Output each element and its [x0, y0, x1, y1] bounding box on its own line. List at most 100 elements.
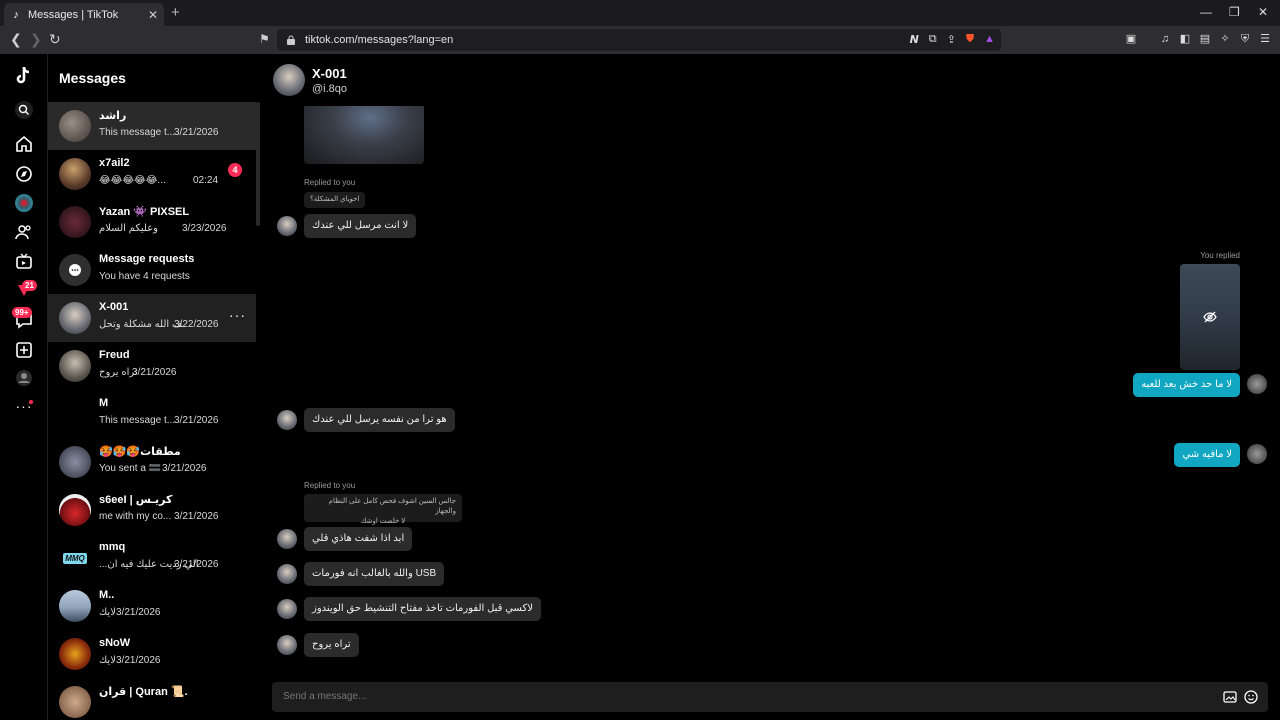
conversation-date: 3/21/2026: [174, 127, 219, 138]
message-composer[interactable]: [272, 682, 1268, 712]
my-message-bubble[interactable]: لا ما حد خش بعد للعبه: [1133, 373, 1240, 397]
avatar: [59, 494, 91, 526]
conversation-preview: لايك: [99, 607, 116, 618]
messages-icon[interactable]: 99+: [12, 307, 34, 330]
conversation-item[interactable]: M.. لايك 3/21/2026: [48, 582, 256, 630]
sidebar-icon[interactable]: ◧: [1179, 33, 1191, 45]
avatar: [277, 599, 297, 619]
message-requests-icon: [59, 254, 91, 286]
following-icon[interactable]: [14, 222, 34, 242]
conversation-preview: ـف الله مشكلة وتحل: [99, 319, 186, 330]
conversation-item[interactable]: راشد This message t... 3/21/2026: [48, 102, 256, 150]
chat-avatar[interactable]: [273, 64, 305, 96]
explore-icon[interactable]: [14, 164, 34, 184]
avatar: [277, 410, 297, 430]
messages-badge: 99+: [12, 307, 32, 318]
conversation-more-icon[interactable]: ···: [229, 308, 246, 322]
media-icon[interactable]: ♫: [1159, 33, 1171, 45]
conversation-item[interactable]: M This message t... 3/21/2026: [48, 390, 256, 438]
profile-icon[interactable]: [14, 368, 34, 388]
conversation-item[interactable]: sNoW لايك 3/21/2026: [48, 630, 256, 678]
forward-icon[interactable]: ❯: [30, 32, 42, 46]
conversation-item[interactable]: x7ail2 😂😂😂😂😂... 02:24 4: [48, 150, 256, 198]
conversation-name: X-001: [99, 301, 129, 313]
new-tab-button[interactable]: +: [171, 5, 180, 20]
minimize-window-icon[interactable]: —: [1200, 5, 1212, 19]
screenshot-icon[interactable]: ▣: [1125, 33, 1137, 45]
avatar: [59, 638, 91, 670]
avatar: MMQ: [59, 542, 91, 574]
chat-panel: X-001 @i.8qo Replied to you اخوياي المشك…: [260, 54, 1280, 720]
reload-icon[interactable]: ↻: [49, 32, 61, 46]
messages-heading: Messages: [59, 70, 126, 86]
activity-icon[interactable]: 21: [14, 280, 37, 300]
conversation-date: 02:24: [193, 175, 219, 186]
conversation-name: Yazan 👾 PIXSEL: [99, 206, 190, 218]
message-bubble[interactable]: ابد اذا شفت هاذي قلي: [304, 527, 413, 551]
wallet-icon[interactable]: ▤: [1199, 33, 1211, 45]
conversation-name: M: [99, 397, 109, 409]
conversation-preview: لايك: [99, 655, 116, 666]
message-bubble[interactable]: تراه يروح: [304, 633, 359, 657]
chat-contact-name[interactable]: X-001: [312, 66, 347, 81]
avatar: [59, 206, 91, 238]
my-message-bubble[interactable]: لا مافيه شي: [1174, 443, 1240, 467]
conversation-item[interactable]: X-001 ـف الله مشكلة وتحل 3/22/2026 ···: [48, 294, 256, 342]
avatar: [59, 158, 91, 190]
back-icon[interactable]: ❮: [10, 32, 22, 46]
image-attach-icon[interactable]: [1223, 690, 1237, 704]
address-bar[interactable]: tiktok.com/messages?lang=en 𝙉 ⧉ ⇪ ⛊ ▲: [277, 29, 1001, 51]
avatar: [277, 529, 297, 549]
tab-title: Messages | TikTok: [28, 8, 119, 21]
upload-icon[interactable]: [14, 340, 34, 360]
message-bubble[interactable]: لاكسي قبل الفورمات تاخذ مفتاح التنشيط حق…: [304, 597, 541, 621]
browser-tab[interactable]: ♪ Messages | TikTok ✕: [4, 3, 164, 26]
url-text: tiktok.com/messages?lang=en: [305, 34, 454, 46]
conversation-name: راشد: [99, 110, 127, 122]
more-icon[interactable]: ···: [14, 396, 34, 416]
conversation-item[interactable]: Yazan 👾 PIXSEL وعليكم السلام 3/23/2026: [48, 198, 256, 246]
vpn-icon[interactable]: ⛨: [1239, 33, 1251, 45]
bookmark-icon[interactable]: ⚑: [259, 32, 270, 46]
message-bubble[interactable]: والله بالغالب انه فورمات USB: [304, 562, 445, 586]
message-bubble[interactable]: هو ترا من نفسه يرسل للي عندك: [304, 408, 455, 432]
close-window-icon[interactable]: ✕: [1258, 5, 1268, 19]
conversation-preview: وعليكم السلام: [99, 223, 158, 234]
search-icon[interactable]: [14, 100, 34, 120]
conversation-name: قران | Quran 📜.: [99, 686, 188, 698]
conversation-item[interactable]: قران | Quran 📜.: [48, 678, 256, 720]
brave-rewards-icon[interactable]: ▲: [984, 33, 995, 46]
conversation-preview: This message t...: [99, 415, 176, 426]
message-input[interactable]: [283, 691, 1183, 702]
site-info-icon[interactable]: [286, 35, 296, 45]
conversation-item[interactable]: 🥵🥵🥵مطقات You sent a 🟰 3/21/2026: [48, 438, 256, 486]
shared-image[interactable]: [304, 106, 424, 164]
brave-shield-icon[interactable]: ⛊: [966, 33, 974, 46]
conversation-date: 3/21/2026: [162, 463, 207, 474]
open-external-icon[interactable]: ⧉: [929, 33, 937, 46]
conversation-name: 🥵🥵🥵مطقات: [99, 446, 181, 458]
maximize-window-icon[interactable]: ❐: [1229, 5, 1240, 19]
avatar: [277, 635, 297, 655]
emoji-icon[interactable]: [1244, 690, 1258, 704]
tiktok-logo-icon[interactable]: [14, 66, 34, 86]
conversation-name: mmq: [99, 541, 126, 553]
hidden-media[interactable]: [1180, 264, 1240, 370]
live-icon[interactable]: [14, 252, 34, 272]
menu-icon[interactable]: ☰: [1259, 33, 1271, 45]
translate-icon[interactable]: 𝙉: [910, 33, 919, 46]
conversation-item[interactable]: s6eeI | كريـس me with my co... 3/21/2026: [48, 486, 256, 534]
quoted-message: جالس السين اشوف فحص كامل على النظام والج…: [304, 494, 462, 525]
close-tab-icon[interactable]: ✕: [148, 8, 158, 22]
conversation-item[interactable]: MMQ mmq ...الي رديت عليك فيه ان 3/21/202…: [48, 534, 256, 582]
conversation-item[interactable]: Freud تراه يروح 3/21/2026: [48, 342, 256, 390]
home-icon[interactable]: [14, 134, 34, 154]
avatar: [277, 564, 297, 584]
leo-ai-icon[interactable]: ✧: [1219, 33, 1231, 45]
message-requests-item[interactable]: Message requests You have 4 requests: [48, 246, 256, 294]
message-bubble[interactable]: لا انت مرسل للي عندك: [304, 214, 417, 238]
browser-tab-bar: ♪ Messages | TikTok ✕ + — ❐ ✕: [0, 0, 1280, 26]
address-toolbar: ❮ ❯ ↻ ⚑ tiktok.com/messages?lang=en 𝙉 ⧉ …: [0, 26, 1280, 54]
live-avatar-icon[interactable]: [14, 193, 34, 213]
share-icon[interactable]: ⇪: [947, 33, 956, 46]
